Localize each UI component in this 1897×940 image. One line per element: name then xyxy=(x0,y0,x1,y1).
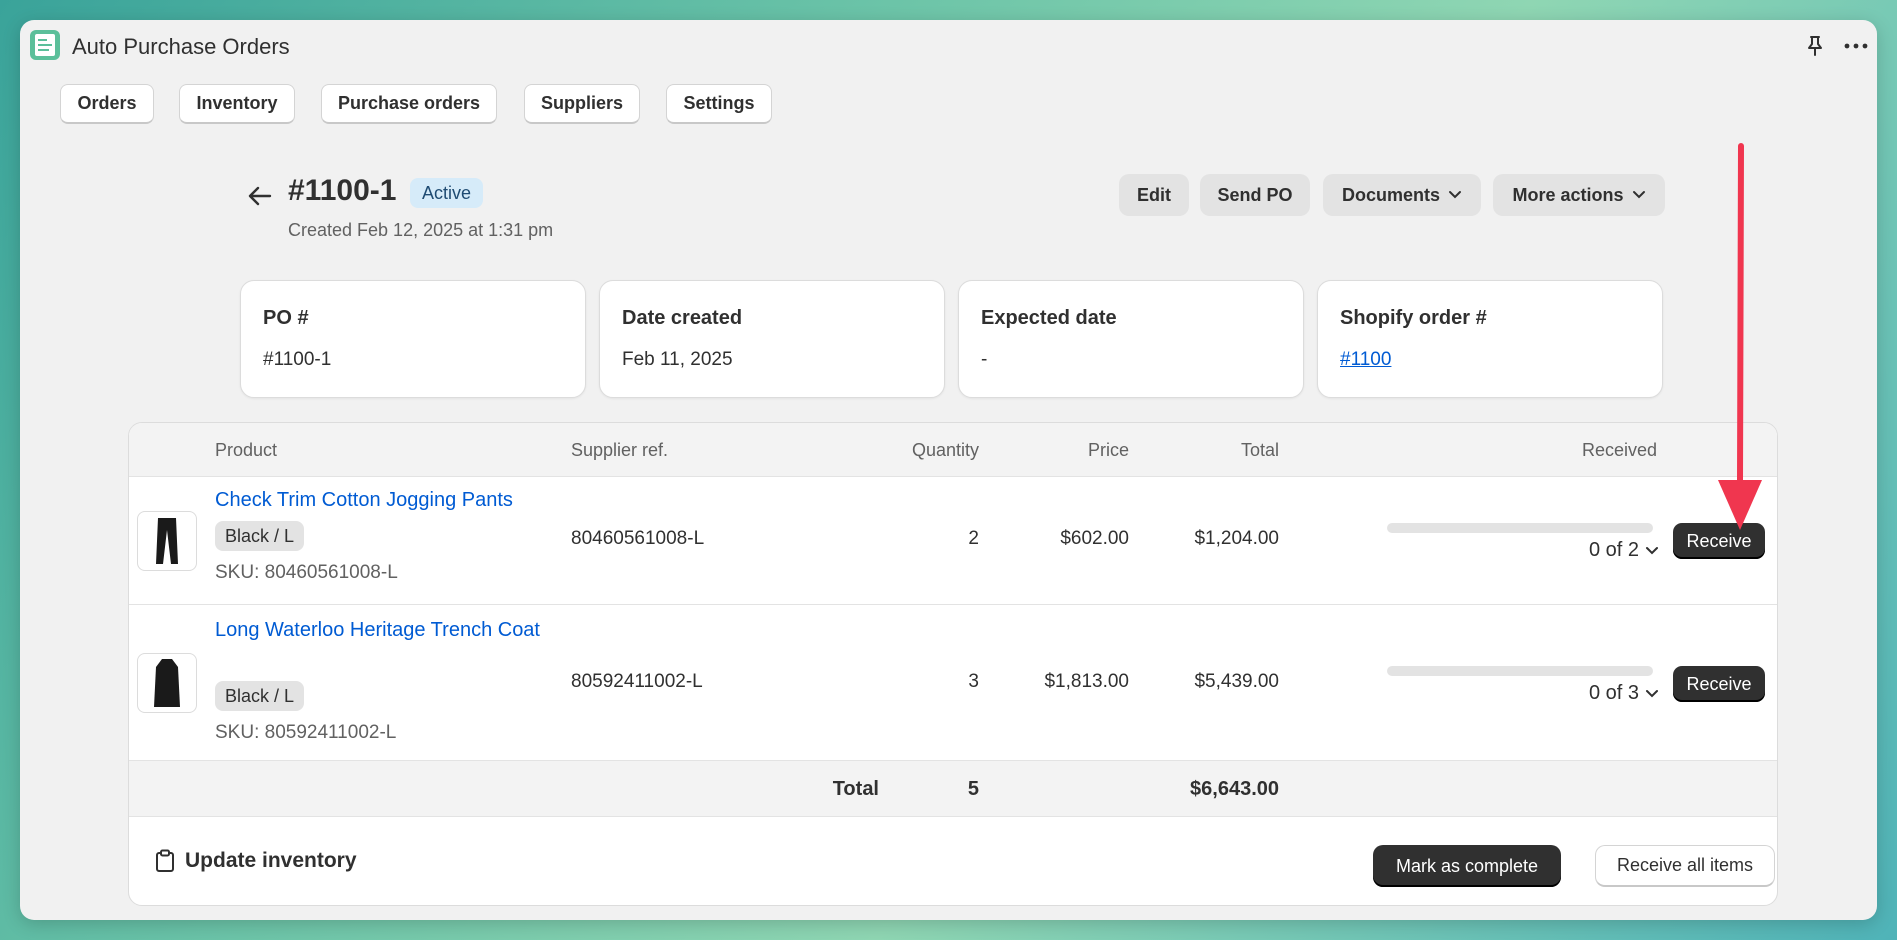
clipboard-icon xyxy=(156,849,174,872)
col-quantity: Quantity xyxy=(911,440,979,460)
nav-settings[interactable]: Settings xyxy=(666,84,772,124)
chevron-down-icon xyxy=(1449,191,1461,199)
shopify-order-card: Shopify order # #1100 xyxy=(1317,280,1663,398)
supplier-ref: 80460561008-L xyxy=(571,528,705,549)
receive-all-items-button[interactable]: Receive all items xyxy=(1595,845,1775,887)
card-value: #1100-1 xyxy=(263,349,332,370)
pants-thumbnail-icon xyxy=(137,511,197,571)
nav-inventory[interactable]: Inventory xyxy=(179,84,295,124)
more-menu-icon[interactable] xyxy=(1842,32,1870,60)
table-footer: Update inventory Mark as complete Receiv… xyxy=(129,817,1777,905)
col-product: Product xyxy=(215,440,278,460)
card-value: Feb 11, 2025 xyxy=(622,349,733,370)
more-actions-button[interactable]: More actions xyxy=(1493,174,1665,216)
po-number-card: PO # #1100-1 xyxy=(240,280,586,398)
table-row: Long Waterloo Heritage Trench Coat Black… xyxy=(129,605,1777,761)
page-title: #1100-1 xyxy=(288,174,397,207)
back-arrow-icon[interactable] xyxy=(246,182,274,210)
received-count-dropdown[interactable]: 0 of 3 xyxy=(1589,682,1659,705)
edit-button[interactable]: Edit xyxy=(1119,174,1189,216)
table-row: Check Trim Cotton Jogging Pants Black / … xyxy=(129,477,1777,605)
pin-icon[interactable] xyxy=(1801,32,1829,60)
product-name-link[interactable]: Check Trim Cotton Jogging Pants xyxy=(215,485,545,515)
col-price: Price xyxy=(1087,440,1129,460)
created-timestamp: Created Feb 12, 2025 at 1:31 pm xyxy=(288,220,554,240)
app-window: Auto Purchase Orders Orders Inventory Pu… xyxy=(20,20,1877,920)
totals-quantity: 5 xyxy=(967,778,979,800)
documents-button[interactable]: Documents xyxy=(1323,174,1481,216)
line-total: $5,439.00 xyxy=(1194,671,1279,692)
product-sku: SKU: 80592411002-L xyxy=(215,722,397,743)
line-total: $1,204.00 xyxy=(1194,528,1279,549)
product-name-link[interactable]: Long Waterloo Heritage Trench Coat xyxy=(215,615,545,645)
variant-badge: Black / L xyxy=(215,681,305,711)
received-progress-bar xyxy=(1387,666,1653,676)
update-inventory-label: Update inventory xyxy=(155,849,357,873)
quantity: 2 xyxy=(968,528,979,549)
col-received: Received xyxy=(1581,440,1657,460)
product-sku: SKU: 80460561008-L xyxy=(215,562,398,583)
col-total: Total xyxy=(1240,440,1279,460)
totals-amount: $6,643.00 xyxy=(1190,778,1279,800)
card-label: Expected date xyxy=(981,307,1117,329)
price: $1,813.00 xyxy=(1044,671,1129,692)
totals-row: Total 5 $6,643.00 xyxy=(129,761,1777,817)
nav-suppliers[interactable]: Suppliers xyxy=(524,84,640,124)
card-label: Date created xyxy=(622,307,743,329)
shopify-order-link[interactable]: #1100 xyxy=(1340,349,1391,371)
expected-date-card: Expected date - xyxy=(958,280,1304,398)
supplier-ref: 80592411002-L xyxy=(571,671,703,692)
title-bar: Auto Purchase Orders xyxy=(20,20,1877,72)
quantity: 3 xyxy=(968,671,979,692)
card-value: - xyxy=(981,349,988,370)
chevron-down-icon xyxy=(1646,546,1659,554)
app-logo-icon xyxy=(30,30,60,60)
variant-badge: Black / L xyxy=(215,521,305,551)
date-created-card: Date created Feb 11, 2025 xyxy=(599,280,945,398)
line-items-table: Product Supplier ref. Quantity Price Tot… xyxy=(128,422,1778,906)
app-title: Auto Purchase Orders xyxy=(72,34,290,59)
send-po-button[interactable]: Send PO xyxy=(1200,174,1310,216)
chevron-down-icon xyxy=(1646,689,1659,697)
receive-button[interactable]: Receive xyxy=(1673,666,1765,702)
table-header: Product Supplier ref. Quantity Price Tot… xyxy=(129,423,1777,477)
received-progress-bar xyxy=(1387,523,1653,533)
nav-orders[interactable]: Orders xyxy=(60,84,154,124)
card-label: PO # xyxy=(263,307,309,329)
col-supplier-ref: Supplier ref. xyxy=(571,440,669,460)
mark-as-complete-button[interactable]: Mark as complete xyxy=(1373,845,1561,887)
card-label: Shopify order # xyxy=(1340,307,1487,329)
status-badge: Active xyxy=(410,178,484,208)
nav-purchase-orders[interactable]: Purchase orders xyxy=(321,84,497,124)
receive-button[interactable]: Receive xyxy=(1673,523,1765,559)
price: $602.00 xyxy=(1060,528,1129,549)
received-count-dropdown[interactable]: 0 of 2 xyxy=(1589,539,1659,562)
coat-thumbnail-icon xyxy=(137,653,197,713)
chevron-down-icon xyxy=(1632,191,1645,199)
